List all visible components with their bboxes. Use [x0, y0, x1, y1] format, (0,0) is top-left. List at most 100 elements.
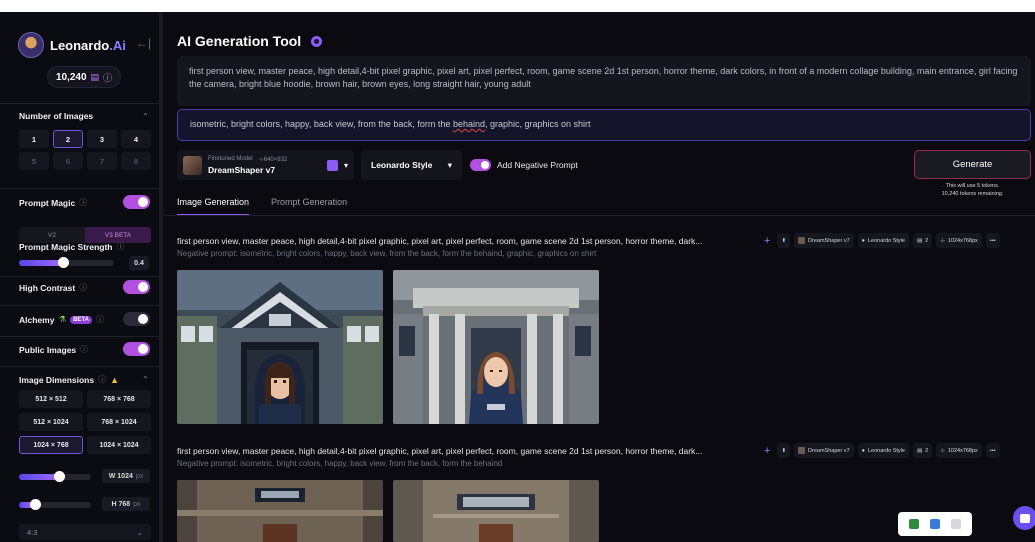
move-icon[interactable] — [950, 519, 961, 529]
generation-count-chip[interactable]: ▤ 2 — [912, 233, 933, 248]
sidebar: Leonardo.Ai ←| 10,240 ▤ ⓘ Number of Imag… — [0, 12, 160, 542]
num-images-7[interactable]: 7 — [87, 152, 117, 170]
generation-model-chip[interactable]: DreamShaper v7 — [794, 233, 854, 248]
prompt-magic-title: Prompt Magic ⓘ — [19, 197, 88, 208]
prompt-magic-strength-slider[interactable] — [19, 257, 114, 268]
add-icon[interactable]: + — [761, 443, 773, 458]
dim-768x768[interactable]: 768 × 768 — [87, 390, 151, 408]
model-settings-icon[interactable] — [326, 159, 338, 171]
add-icon[interactable]: + — [761, 233, 773, 248]
divider — [0, 188, 159, 189]
slider-fill — [19, 474, 59, 480]
slider-handle[interactable] — [54, 471, 65, 482]
high-contrast-toggle[interactable] — [123, 280, 150, 294]
num-images-1[interactable]: 1 — [19, 130, 49, 148]
model-thumbnail — [183, 155, 202, 175]
generate-button[interactable]: Generate — [914, 150, 1031, 179]
dim-512x512[interactable]: 512 × 512 — [19, 390, 83, 408]
screen-icon[interactable] — [909, 519, 920, 529]
width-slider[interactable] — [19, 471, 91, 482]
generation-tabs: Image Generation Prompt Generation — [177, 197, 347, 216]
info-icon[interactable] — [311, 35, 323, 47]
upload-icon[interactable]: ⬆ — [777, 233, 791, 248]
generation-size-chip[interactable]: ⊹ 1024x768px — [936, 233, 982, 248]
tab-image-generation[interactable]: Image Generation — [177, 197, 250, 216]
alchemy-toggle[interactable] — [123, 312, 150, 326]
upload-icon[interactable]: ⬆ — [777, 443, 791, 458]
main-panel: AI Generation Tool first person view, ma… — [163, 12, 1035, 542]
help-icon[interactable]: ⓘ — [103, 71, 112, 84]
num-images-2[interactable]: 2 — [53, 130, 83, 148]
num-images-4[interactable]: 4 — [121, 130, 151, 148]
generated-image[interactable] — [393, 480, 599, 542]
dim-1024x1024[interactable]: 1024 × 1024 — [87, 436, 151, 454]
slider-handle[interactable] — [58, 257, 69, 268]
prompt-input[interactable]: first person view, master peace, high de… — [177, 56, 1031, 106]
brand-name: Leonardo.Ai — [50, 37, 126, 53]
beta-badge: BETA — [70, 315, 92, 324]
generation-negative-prompt: Negative prompt: isometric, bright color… — [177, 459, 503, 468]
generation-model-chip[interactable]: DreamShaper v7 — [794, 443, 854, 458]
generate-cost-note: This will use 5 tokens. 10,240 tokens rem… — [941, 183, 1004, 197]
negative-prompt-input[interactable]: isometric, bright colors, happy, back vi… — [177, 109, 1031, 141]
num-images-5[interactable]: 5 — [19, 152, 49, 170]
floating-toolbar — [898, 512, 972, 536]
globe-icon[interactable] — [929, 519, 940, 529]
help-icon[interactable]: ⓘ — [96, 314, 104, 325]
num-images-6[interactable]: 6 — [53, 152, 83, 170]
warning-icon: ▲ — [110, 374, 120, 385]
generation-style-chip[interactable]: ● Leonardo Style — [857, 233, 909, 248]
generated-image[interactable] — [393, 270, 599, 424]
public-images-toggle[interactable] — [123, 342, 150, 356]
generation-style-chip[interactable]: ● Leonardo Style — [857, 443, 909, 458]
generated-image[interactable] — [177, 480, 383, 542]
dim-768x1024[interactable]: 768 × 1024 — [87, 413, 151, 431]
chevron-down-icon: ⌄ — [136, 527, 143, 537]
model-select[interactable]: Finetuned Model ⊹640×832 DreamShaper v7 ▾ — [177, 150, 354, 180]
more-options-icon[interactable]: ••• — [985, 233, 1000, 248]
negative-prompt-toggle[interactable] — [470, 159, 491, 171]
width-field[interactable]: W 1024 px — [102, 469, 150, 483]
help-icon[interactable]: ⓘ — [80, 344, 88, 355]
caret-down-icon[interactable]: ▾ — [344, 161, 348, 170]
height-slider[interactable] — [19, 499, 91, 510]
style-select[interactable]: Leonardo Style ▾ — [361, 150, 462, 180]
generation-actions: + ⬆ DreamShaper v7 ● Leonardo Style ▤ 2 ⊹ 1… — [761, 233, 1000, 248]
chevron-up-icon[interactable]: ⌃ — [142, 112, 149, 121]
negative-prompt-label: Add Negative Prompt — [497, 160, 578, 170]
generated-image[interactable] — [177, 270, 383, 424]
help-icon[interactable]: ⓘ — [117, 241, 125, 252]
generation-count-chip[interactable]: ▤ 2 — [912, 443, 933, 458]
token-count: 10,240 — [55, 71, 87, 83]
slider-handle[interactable] — [30, 499, 41, 510]
help-icon[interactable]: ⓘ — [79, 197, 87, 208]
aspect-ratio-select[interactable]: 4:3 ⌄ — [19, 524, 151, 540]
high-contrast-title: High Contrast ⓘ — [19, 282, 88, 293]
chevron-up-icon[interactable]: ⌃ — [142, 375, 149, 384]
dim-512x1024[interactable]: 512 × 1024 — [19, 413, 83, 431]
divider — [0, 103, 159, 104]
dim-1024x768[interactable]: 1024 × 768 — [19, 436, 83, 454]
divider — [0, 305, 159, 306]
generation-prompt[interactable]: first person view, master peace, high de… — [177, 446, 747, 456]
flask-icon: ⚗ — [58, 314, 67, 324]
height-field[interactable]: H 768 px — [102, 497, 150, 511]
collapse-sidebar-icon[interactable]: ←| — [136, 36, 151, 50]
generation-size-chip[interactable]: ⊹ 1024x768px — [936, 443, 982, 458]
model-actions: ▾ — [326, 159, 348, 171]
generation-negative-prompt: Negative prompt: isometric, bright color… — [177, 249, 597, 258]
prompt-magic-toggle[interactable] — [123, 195, 150, 209]
brand[interactable]: Leonardo.Ai — [18, 32, 126, 58]
chat-support-button[interactable] — [1013, 506, 1035, 530]
help-icon[interactable]: ⓘ — [98, 374, 106, 385]
model-info: Finetuned Model ⊹640×832 DreamShaper v7 — [208, 155, 288, 175]
num-images-8[interactable]: 8 — [121, 152, 151, 170]
number-of-images-title: Number of Images — [19, 111, 94, 121]
token-balance[interactable]: 10,240 ▤ ⓘ — [47, 66, 121, 88]
generation-prompt[interactable]: first person view, master peace, high de… — [177, 236, 747, 246]
prompt-magic-strength-value[interactable]: 0.4 — [129, 256, 149, 270]
num-images-3[interactable]: 3 — [87, 130, 117, 148]
help-icon[interactable]: ⓘ — [79, 282, 87, 293]
more-options-icon[interactable]: ••• — [985, 443, 1000, 458]
tab-prompt-generation[interactable]: Prompt Generation — [271, 197, 347, 216]
